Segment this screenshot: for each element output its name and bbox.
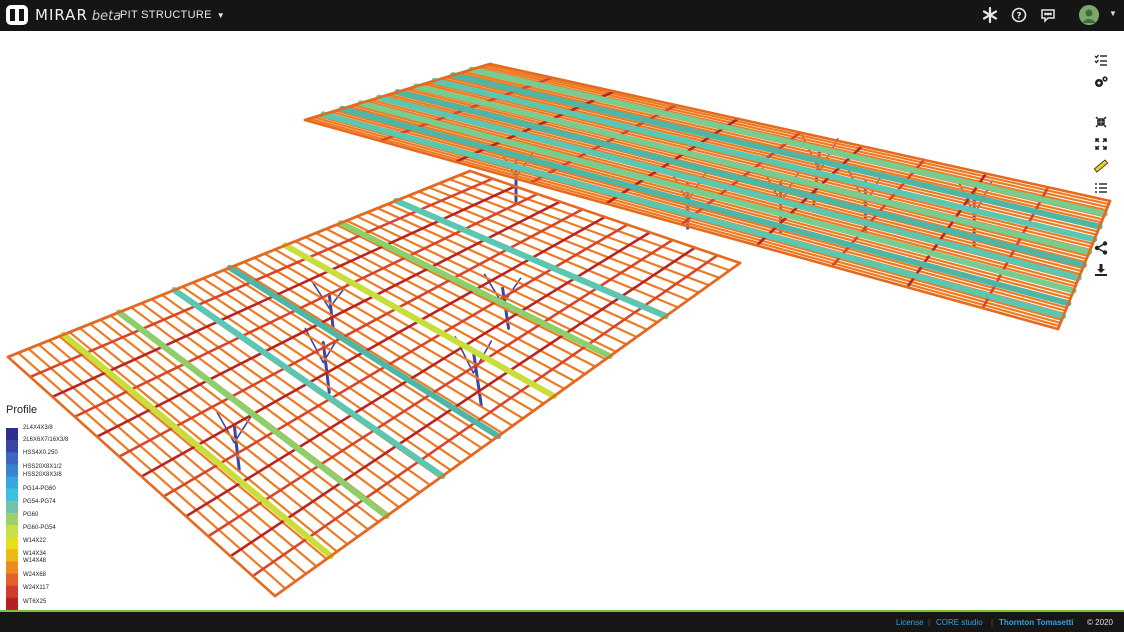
legend-swatch [6, 549, 18, 562]
3d-viewport[interactable] [0, 31, 1124, 610]
chevron-down-icon: ▼ [216, 11, 225, 20]
column [327, 292, 335, 331]
copyright: © 2020 [1087, 618, 1113, 627]
legend-swatch [6, 585, 18, 599]
download-icon[interactable] [1093, 262, 1109, 278]
app-name: MIRAR beta [35, 6, 121, 24]
legend-swatch [6, 512, 18, 526]
right-toolbar [1090, 48, 1112, 288]
legend-label: PG60-PG54 [23, 525, 56, 531]
legend-label: PG14-PG60 [23, 486, 56, 492]
legend-swatch [6, 597, 18, 611]
checklist-icon[interactable] [1093, 52, 1109, 68]
share-icon[interactable] [1093, 240, 1109, 256]
beam [229, 246, 697, 558]
legend-swatch [6, 488, 18, 502]
beam [117, 208, 584, 458]
legend-label: W24X68 [23, 572, 47, 578]
legend-label: HSS20X8X1/2 [23, 464, 62, 470]
chat-icon[interactable] [1039, 6, 1057, 24]
legend-swatch [6, 561, 18, 575]
legend-label: W14X48 [23, 558, 47, 564]
license-link[interactable]: License [896, 618, 924, 627]
legend-label: W14X22 [23, 538, 47, 544]
expand-icon[interactable] [1093, 136, 1109, 152]
legend-label: 2L6X6X7/16X3/8 [23, 437, 69, 443]
edge-beam [6, 169, 472, 359]
legend-label: PG60 [23, 512, 39, 518]
top-bar: MIRAR beta PIT STRUCTURE ▼ ? ▼ [0, 0, 1124, 31]
company-link[interactable]: Thornton Tomasetti [999, 618, 1074, 627]
legend-label: WT6X25 [23, 599, 47, 605]
footer-separator: | [991, 618, 994, 627]
core-studio-link[interactable]: CORE studio [936, 618, 983, 627]
beam [251, 254, 719, 578]
legend-label: 2L4X4X3/8 [23, 425, 53, 431]
svg-text:?: ? [1016, 12, 1021, 22]
avatar[interactable] [1079, 5, 1099, 25]
column [232, 423, 241, 472]
structure-model[interactable] [0, 31, 1124, 610]
app-suffix: beta [91, 9, 122, 24]
mirar-logo-icon[interactable] [6, 5, 28, 25]
legend-swatch [6, 464, 18, 478]
legend-color-bar [6, 428, 18, 611]
legend-swatch [6, 537, 18, 550]
help-icon[interactable]: ? [1010, 6, 1028, 24]
legend-swatch [6, 500, 18, 514]
legend-swatch [6, 440, 18, 453]
beam [140, 215, 607, 478]
app-name-text: MIRAR [35, 6, 88, 24]
profile-legend: Profile 2L4X4X3/8 2L6X6X7/16X3/8 HSS4X0.… [6, 404, 96, 611]
legend-swatch [6, 452, 18, 465]
legend-swatch [6, 525, 18, 538]
legend-label: HSS4X0.250 [23, 450, 58, 456]
legend-swatch [6, 573, 18, 587]
legend-label: W24X117 [23, 585, 49, 591]
project-selector[interactable]: PIT STRUCTURE ▼ [120, 9, 225, 21]
legend-label: HSS20X8X3/8 [23, 472, 62, 478]
settings-gear-icon[interactable] [1093, 74, 1109, 90]
legend-swatch [6, 476, 18, 490]
asterisk-icon[interactable] [981, 6, 999, 24]
legend-label: PG54-PG74 [23, 499, 56, 505]
footer: License | CORE studio | Thornton Tomaset… [0, 612, 1124, 632]
legend-swatch [6, 428, 18, 441]
project-name: PIT STRUCTURE [120, 9, 212, 21]
list-icon[interactable] [1093, 180, 1109, 196]
chevron-down-icon[interactable]: ▼ [1109, 9, 1117, 18]
footer-separator: | [928, 618, 931, 627]
ruler-icon[interactable] [1093, 158, 1109, 174]
legend-label: W14X34 [23, 551, 47, 557]
legend-title: Profile [6, 404, 38, 416]
shrink-icon[interactable] [1093, 114, 1109, 130]
